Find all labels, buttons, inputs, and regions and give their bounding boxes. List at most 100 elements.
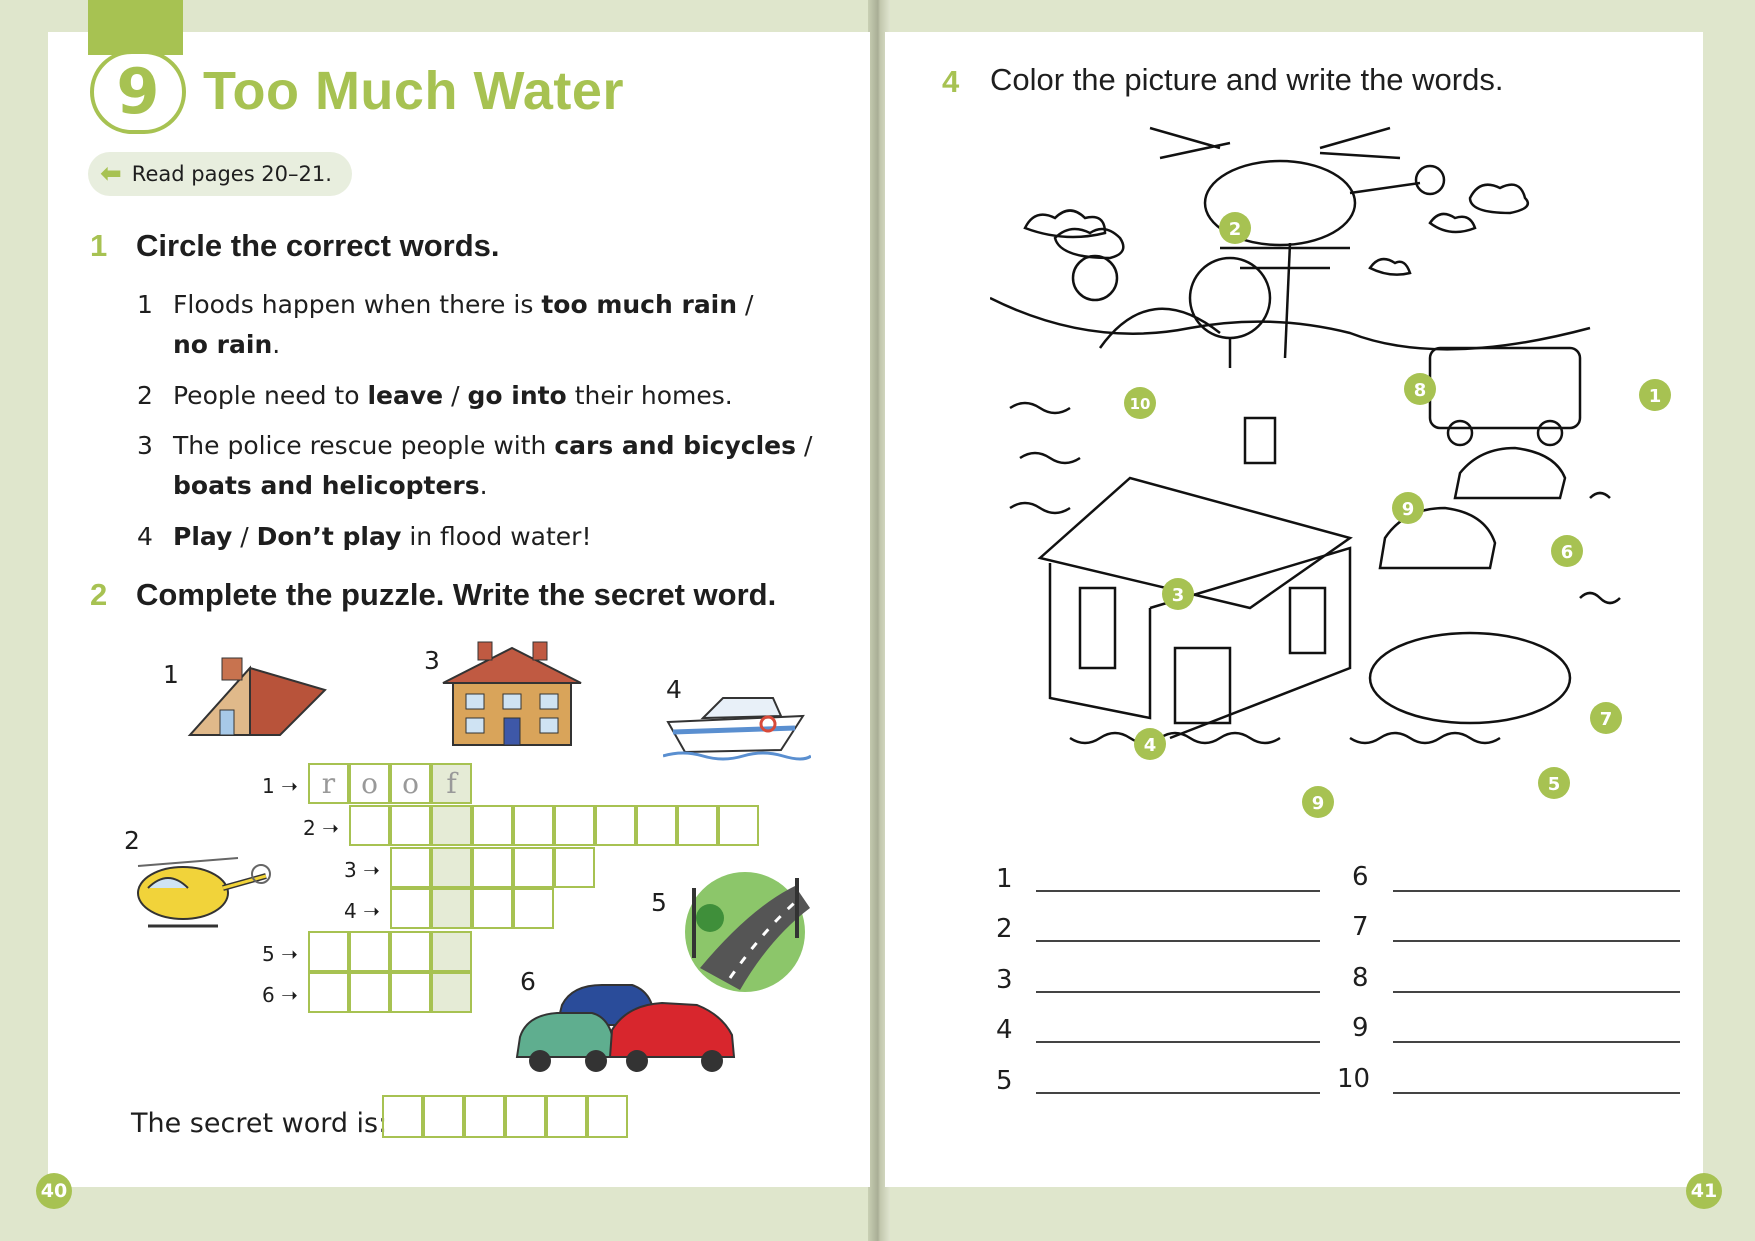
crossword-cell[interactable] (431, 931, 472, 972)
flood-scene-illustration: 2 1 3 4 5 6 7 8 9 9 10 (990, 126, 1671, 818)
answer-line[interactable] (1036, 1041, 1320, 1043)
answer-line[interactable] (1036, 1092, 1320, 1094)
marker-1: 1 (1649, 386, 1662, 407)
row-label-6: 6 ➝ (262, 983, 298, 1007)
marker-2: 2 (1229, 219, 1242, 240)
answer-line[interactable] (1036, 991, 1320, 993)
answer-number: 1 (996, 864, 1013, 894)
marker-7: 7 (1600, 709, 1613, 730)
text-segment: . (479, 471, 488, 500)
secret-word-cell[interactable] (505, 1095, 546, 1138)
item-text: Floods happen when there is too much rai… (173, 285, 753, 365)
text-segment: The police rescue people with (173, 431, 555, 460)
picture-label-5: 5 (651, 888, 667, 917)
marker-9b: 9 (1312, 793, 1325, 814)
crossword-cell[interactable] (390, 931, 431, 972)
crossword-cell[interactable]: o (390, 763, 431, 804)
row-label-2: 2 ➝ (303, 816, 339, 840)
crossword-cell[interactable] (349, 972, 390, 1013)
crossword-cell[interactable] (472, 888, 513, 929)
marker-3: 3 (1172, 585, 1185, 606)
crossword-cell[interactable] (554, 847, 595, 888)
answer-line[interactable] (1393, 890, 1680, 892)
answer-number: 2 (996, 914, 1013, 944)
choice-option[interactable]: boats and helicopters (173, 471, 480, 500)
unit-tab (88, 0, 183, 55)
crossword-cell[interactable]: o (349, 763, 390, 804)
crossword-cell[interactable] (472, 847, 513, 888)
text-segment: / (443, 381, 468, 410)
row-label-3: 3 ➝ (344, 858, 380, 882)
crossword-cell[interactable] (513, 888, 554, 929)
crossword-cell[interactable] (472, 805, 513, 846)
marker-8: 8 (1414, 380, 1427, 401)
secret-word-label: The secret word is: (131, 1108, 388, 1139)
text-segment: People need to (173, 381, 368, 410)
crossword-cell[interactable]: f (431, 763, 472, 804)
answer-line[interactable] (1393, 991, 1680, 993)
exercise-2-number: 2 (90, 577, 108, 612)
crossword-cell[interactable] (308, 972, 349, 1013)
crossword-cell[interactable] (390, 888, 431, 929)
choice-option[interactable]: no rain (173, 330, 272, 359)
crossword-cell[interactable] (554, 805, 595, 846)
exercise-4-number: 4 (942, 64, 960, 99)
crossword-cell[interactable] (390, 972, 431, 1013)
exercise-1-number: 1 (90, 228, 108, 263)
answer-line[interactable] (1036, 940, 1320, 942)
crossword-cell[interactable] (390, 805, 431, 846)
crossword-cell[interactable]: r (308, 763, 349, 804)
item-text: Play / Don’t play in flood water! (173, 517, 591, 557)
text-segment: / (737, 290, 754, 319)
marker-10: 10 (1130, 395, 1151, 413)
answer-number: 9 (1352, 1013, 1369, 1043)
choice-option[interactable]: go into (467, 381, 566, 410)
choice-option[interactable]: cars and bicycles (554, 431, 796, 460)
item-text: The police rescue people with cars and b… (173, 426, 812, 506)
crossword-cell[interactable] (431, 972, 472, 1013)
answer-line[interactable] (1393, 940, 1680, 942)
answer-line[interactable] (1393, 1092, 1680, 1094)
marker-4: 4 (1144, 735, 1157, 756)
item-number: 2 (137, 381, 153, 410)
text-segment: / (796, 431, 813, 460)
item-number: 1 (137, 290, 153, 319)
back-arrow-icon: ⬅ (100, 159, 122, 189)
secret-word-cell[interactable] (423, 1095, 464, 1138)
cars-icon (515, 984, 736, 1072)
row-label-5: 5 ➝ (262, 942, 298, 966)
item-text: People need to leave / go into their hom… (173, 376, 733, 416)
crossword-cell[interactable] (595, 805, 636, 846)
choice-option[interactable]: leave (367, 381, 443, 410)
crossword-cell[interactable] (513, 847, 554, 888)
answer-number: 8 (1352, 963, 1369, 993)
crossword-cell[interactable] (349, 931, 390, 972)
unit-title: Too Much Water (203, 61, 624, 121)
page-number-right: 41 (1686, 1173, 1722, 1209)
crossword-cell[interactable] (308, 931, 349, 972)
text-segment: in flood water! (401, 522, 592, 551)
secret-word-cell[interactable] (382, 1095, 423, 1138)
picture-label-1: 1 (163, 660, 179, 689)
secret-word-cell[interactable] (464, 1095, 505, 1138)
answer-line[interactable] (1393, 1041, 1680, 1043)
crossword-cell[interactable] (513, 805, 554, 846)
answer-number: 10 (1337, 1064, 1371, 1094)
crossword-cell[interactable] (431, 805, 472, 846)
ex1-item-2: 2 People need to leave / go into their h… (137, 376, 817, 416)
answer-line[interactable] (1036, 890, 1320, 892)
crossword-cell[interactable] (431, 847, 472, 888)
house-icon (442, 641, 582, 746)
secret-word-cell[interactable] (587, 1095, 628, 1138)
crossword-cell[interactable] (677, 805, 718, 846)
crossword-cell[interactable] (431, 888, 472, 929)
crossword-cell[interactable] (718, 805, 759, 846)
crossword-cell[interactable] (636, 805, 677, 846)
choice-option[interactable]: too much rain (541, 290, 737, 319)
crossword-cell[interactable] (390, 847, 431, 888)
secret-word-cell[interactable] (546, 1095, 587, 1138)
crossword-cell[interactable] (349, 805, 390, 846)
choice-option[interactable]: Play (173, 522, 232, 551)
ex1-item-3: 3 The police rescue people with cars and… (137, 426, 837, 506)
choice-option[interactable]: Don’t play (257, 522, 402, 551)
